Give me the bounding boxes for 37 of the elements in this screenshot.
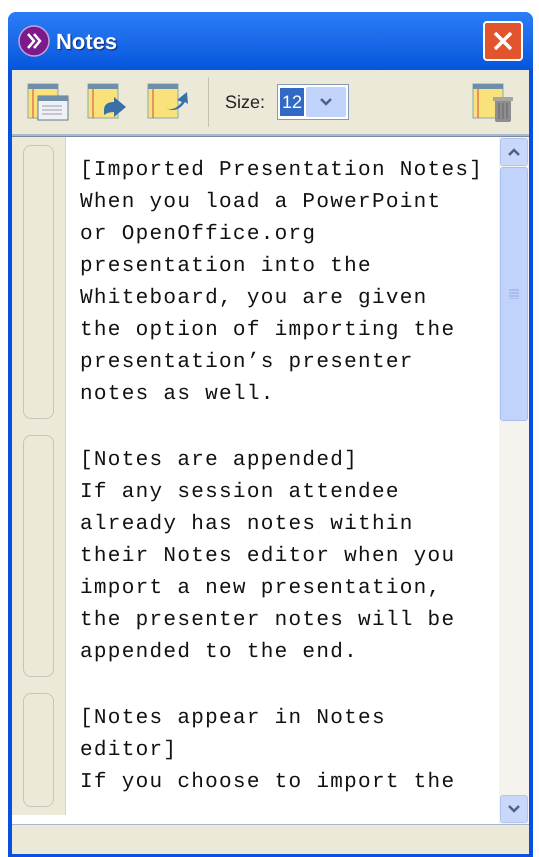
size-dropdown[interactable]: 12 (277, 84, 350, 120)
note-marker[interactable] (23, 435, 54, 677)
chevron-down-icon (507, 804, 521, 814)
window-title: Notes (56, 28, 118, 56)
note-text-line: [Imported Presentation Notes] (80, 158, 484, 184)
note-text-line: their Notes editor when you (80, 544, 456, 570)
scroll-down-button[interactable] (500, 795, 528, 823)
note-text-line: import a new presentation, (80, 576, 442, 602)
note-text-line: the presenter notes will be (80, 608, 456, 634)
app-icon (18, 25, 50, 57)
note-text-line: editor] (80, 738, 178, 764)
scrollbar[interactable] (499, 137, 529, 824)
note-text-line: notes as well. (80, 382, 275, 408)
note-marker[interactable] (23, 145, 54, 419)
note-marker[interactable] (23, 693, 54, 807)
scroll-thumb[interactable] (500, 167, 528, 421)
note-text-line: If any session attendee (80, 480, 400, 506)
note-text-line: the option of importing the (80, 318, 456, 344)
note-text-line: presentation’s presenter (80, 350, 414, 376)
note-text-line: When you load a PowerPoint (80, 190, 442, 216)
note-text-line: Whiteboard, you are given (80, 286, 428, 312)
scroll-up-button[interactable] (500, 138, 528, 166)
note-text-line: [Notes are appended] (80, 448, 358, 474)
close-icon (492, 30, 514, 52)
note-text-line: If you choose to import the (80, 770, 456, 796)
note-text-line: presentation into the (80, 254, 372, 280)
grip-icon (509, 289, 519, 299)
size-label: Size: (225, 90, 266, 114)
chevron-up-icon (507, 147, 521, 157)
size-value: 12 (280, 88, 304, 116)
chevron-down-icon (319, 97, 334, 107)
note-text-line: [Notes appear in Notes (80, 706, 386, 732)
close-button[interactable] (483, 21, 523, 61)
dropdown-button[interactable] (306, 87, 346, 117)
note-text-line: appended to the end. (80, 640, 358, 666)
note-text-line: or OpenOffice.org (80, 222, 316, 248)
note-text-line: already has notes within (80, 512, 414, 538)
